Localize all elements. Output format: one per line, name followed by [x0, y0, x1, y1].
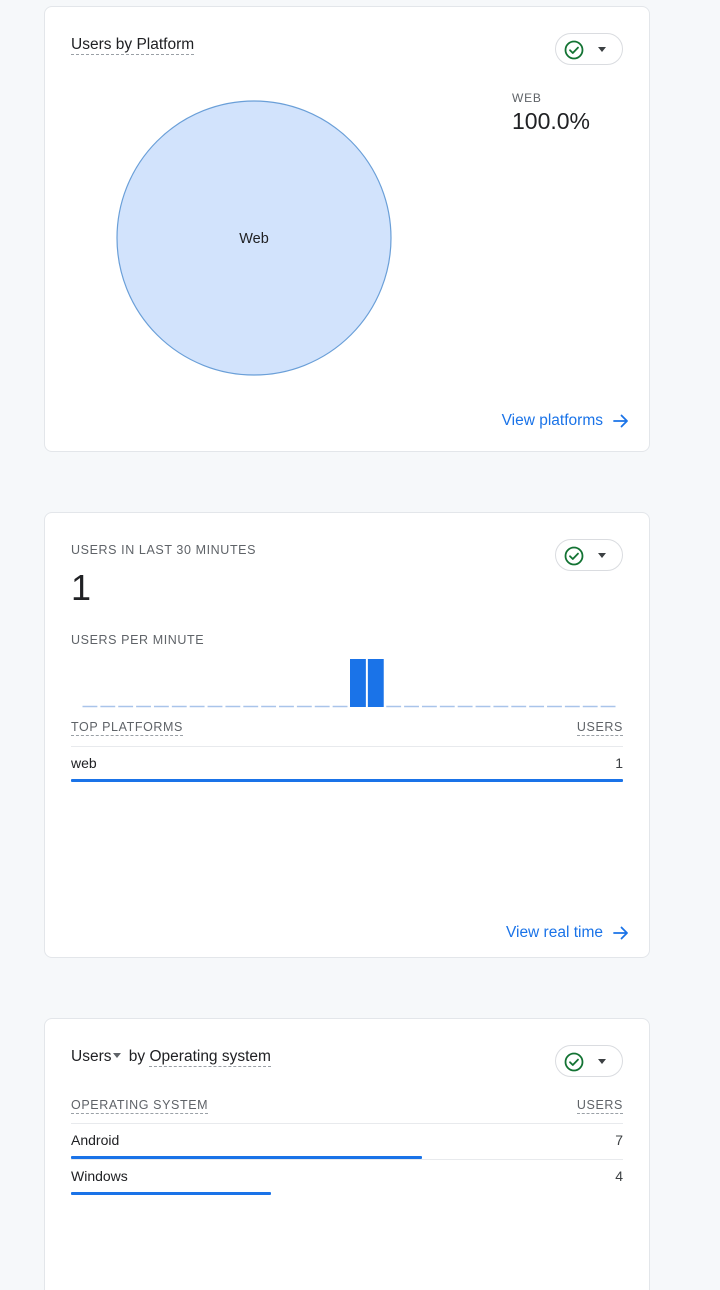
arrow-right-icon: [613, 926, 628, 940]
view-real-time-link[interactable]: View real time: [506, 924, 629, 942]
realtime-label: USERS IN LAST 30 MINUTES: [71, 543, 257, 557]
platform-pie-chart: Web: [116, 100, 392, 376]
metric-label[interactable]: Users: [71, 1048, 111, 1065]
pie-slice-label: Web: [239, 231, 269, 247]
row-share-bar: [71, 1192, 271, 1195]
metric-selector[interactable]: Users: [71, 1048, 124, 1065]
row-value: 4: [615, 1168, 623, 1184]
column-header-os[interactable]: OPERATING SYSTEM: [71, 1098, 209, 1114]
check-circle-icon: [564, 1052, 584, 1072]
row-value: 1: [615, 755, 623, 771]
card-status-menu-button[interactable]: [555, 33, 623, 65]
check-circle-icon: [564, 546, 584, 566]
card-status-menu-button[interactable]: [555, 539, 623, 571]
realtime-card: USERS IN LAST 30 MINUTES 1 USERS PER MIN…: [44, 512, 650, 958]
dimension-selector[interactable]: Operating system: [149, 1048, 271, 1067]
card-title[interactable]: Users by Platform: [71, 36, 195, 55]
row-name: Windows: [71, 1168, 128, 1184]
row-name: web: [71, 755, 97, 771]
caret-down-icon: [598, 553, 606, 558]
users-by-platform-card: Users by Platform Web WEB 100.0% View pl…: [44, 6, 650, 452]
table-row[interactable]: web 1: [71, 746, 623, 782]
card-title: Users by Operating system: [71, 1048, 271, 1067]
minute-bar[interactable]: [367, 659, 384, 707]
card-title-text[interactable]: Users by Platform: [71, 36, 195, 55]
caret-down-icon: [598, 47, 606, 52]
minute-bar[interactable]: [350, 659, 366, 707]
check-circle-icon: [564, 40, 584, 60]
users-by-os-card: Users by Operating system OPERATING SYST…: [44, 1018, 650, 1290]
column-header-platform[interactable]: TOP PLATFORMS: [71, 720, 183, 736]
row-name: Android: [71, 1132, 120, 1148]
column-header-users[interactable]: USERS: [576, 720, 623, 736]
table-row[interactable]: Windows 4: [71, 1159, 623, 1195]
os-table-header: OPERATING SYSTEM USERS: [71, 1098, 623, 1114]
arrow-right-icon: [613, 414, 628, 428]
title-connector: by: [128, 1048, 146, 1065]
caret-down-icon: [598, 1059, 606, 1064]
view-platforms-link[interactable]: View platforms: [502, 412, 629, 430]
legend-value: 100.0%: [512, 108, 591, 134]
row-share-bar: [71, 779, 623, 782]
caret-down-icon[interactable]: [113, 1053, 122, 1059]
view-platforms-label[interactable]: View platforms: [502, 412, 603, 430]
top-platforms-table-header: TOP PLATFORMS USERS: [71, 720, 623, 736]
card-status-menu-button[interactable]: [555, 1045, 623, 1077]
table-row[interactable]: Android 7: [71, 1123, 623, 1159]
users-per-minute-label: USERS PER MINUTE: [71, 633, 205, 647]
row-value: 7: [615, 1132, 623, 1148]
users-per-minute-chart: [82, 659, 616, 708]
view-real-time-label[interactable]: View real time: [506, 924, 603, 942]
legend-label: WEB: [512, 91, 542, 105]
column-header-users[interactable]: USERS: [576, 1098, 623, 1114]
realtime-value: 1: [71, 567, 92, 608]
